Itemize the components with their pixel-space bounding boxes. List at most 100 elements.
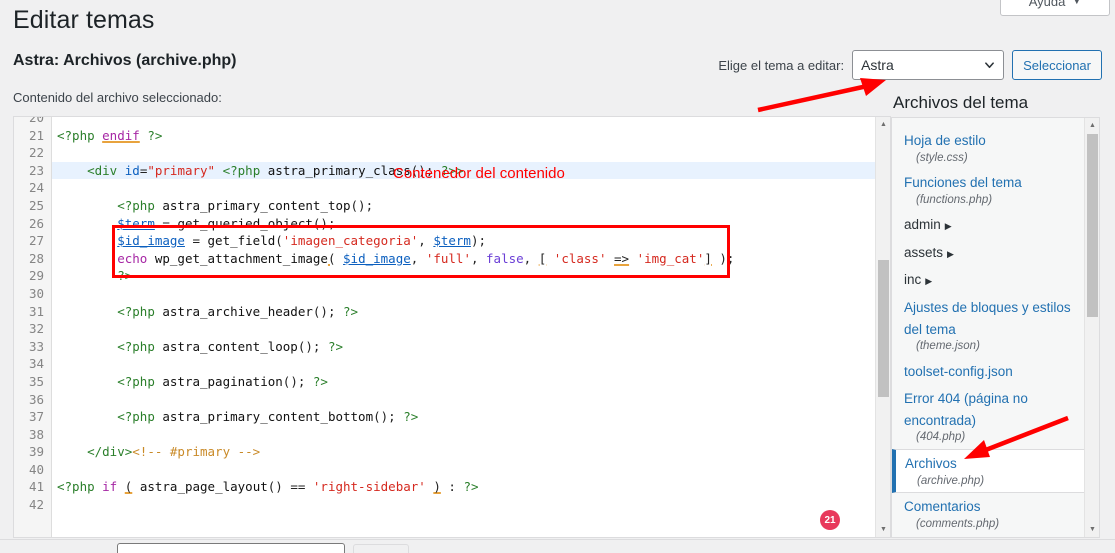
editor-scrollbar[interactable]: ▲ ▼ [875, 117, 890, 537]
editor-scrollbar-thumb[interactable] [878, 260, 889, 397]
code-line[interactable]: <?php astra_pagination(); ?> [52, 373, 875, 391]
line-number: 34 [28, 356, 44, 372]
code-token: <?php [117, 409, 163, 425]
code-token: <div [87, 162, 125, 178]
code-line[interactable]: </div><!-- #primary --> [52, 443, 875, 461]
code-line[interactable] [52, 461, 875, 479]
code-token: <?php [117, 373, 163, 389]
scroll-down-icon[interactable]: ▼ [1085, 522, 1099, 537]
select-theme-button[interactable]: Seleccionar [1012, 50, 1102, 80]
theme-chooser-label: Elige el tema a editar: [718, 57, 845, 73]
theme-file-item[interactable]: toolset-config.json [892, 358, 1086, 386]
theme-file-item[interactable]: admin ▶ [892, 211, 1086, 239]
code-token: ?> [312, 373, 328, 389]
code-line[interactable] [52, 496, 875, 514]
code-token: <?php [222, 162, 268, 178]
code-token: $id_image [343, 250, 411, 266]
expand-folder-icon[interactable]: ▶ [945, 221, 952, 231]
code-token: $term [433, 233, 471, 249]
code-line[interactable]: echo wp_get_attachment_image( $id_image,… [52, 250, 875, 268]
line-number-gutter: 20 21 22 23 24 25 26 27 28 29 30 31 32 33 34 35 36 37 38 39… [14, 117, 52, 537]
code-token: get_field [207, 233, 276, 249]
code-token: ?> [463, 479, 479, 495]
code-line[interactable]: <?php astra_content_loop(); ?> [52, 338, 875, 356]
line-number: 35 [28, 373, 44, 389]
code-line[interactable] [52, 144, 875, 162]
code-line[interactable] [52, 355, 875, 373]
code-line[interactable]: <?php astra_primary_content_top(); [52, 197, 875, 215]
code-line[interactable]: <?php if ( astra_page_layout() == 'right… [52, 478, 875, 496]
code-token: = [184, 233, 208, 249]
code-line[interactable] [52, 320, 875, 338]
line-number: 37 [28, 409, 44, 425]
theme-file-item[interactable]: assets ▶ [892, 239, 1086, 267]
theme-file-path: (style.css) [916, 151, 968, 164]
line-number: 28 [28, 250, 44, 266]
theme-file-item[interactable]: inc ▶ [892, 266, 1086, 294]
help-button[interactable]: Ayuda ▼ [1000, 0, 1110, 16]
theme-file-item[interactable]: Ajustes de bloques y estilos del tema (th… [892, 294, 1086, 358]
scroll-up-icon[interactable]: ▲ [876, 117, 890, 132]
chevron-down-icon [985, 62, 995, 69]
code-line[interactable]: <?php astra_archive_header(); ?> [52, 303, 875, 321]
code-token: (); [297, 338, 328, 354]
code-token: , [523, 250, 539, 266]
theme-select-value: Astra [861, 57, 894, 73]
theme-file-item[interactable]: Comentarios (comments.php) [892, 493, 1086, 535]
line-number: 42 [28, 497, 44, 513]
code-editor[interactable]: 20 21 22 23 24 25 26 27 28 29 30 31 32 33 34 35 36 37 38 39… [13, 116, 891, 538]
line-number: 30 [28, 285, 44, 301]
expand-folder-icon[interactable]: ▶ [947, 249, 954, 259]
scroll-down-icon[interactable]: ▼ [876, 522, 890, 537]
code-token: ( [275, 233, 283, 249]
code-line[interactable]: ?> [52, 267, 875, 285]
code-line[interactable] [52, 426, 875, 444]
code-token: 'img_cat' [636, 250, 705, 266]
bottom-text-input[interactable] [117, 543, 345, 553]
theme-files-list: Hoja de estilo (style.css) Funciones del t… [892, 118, 1086, 535]
code-token: ?> [139, 127, 163, 143]
code-line[interactable] [52, 285, 875, 303]
line-number: 41 [28, 479, 44, 495]
code-token: () == [267, 479, 313, 495]
theme-file-item[interactable]: Funciones del tema (functions.php) [892, 169, 1086, 211]
expand-folder-icon[interactable]: ▶ [925, 276, 932, 286]
sidebar-scrollbar[interactable]: ▲ ▼ [1084, 118, 1099, 537]
code-token: $id_image [117, 233, 185, 249]
code-line[interactable]: $id_image = get_field('imagen_categoria'… [52, 232, 875, 250]
theme-file-item-selected[interactable]: Archivos (archive.php) [892, 449, 1086, 494]
theme-file-name: Hoja de estilo [904, 133, 986, 148]
line-number: 36 [28, 391, 44, 407]
code-token: false [486, 250, 524, 266]
code-line[interactable] [52, 179, 875, 197]
code-line[interactable]: <?php astra_primary_content_bottom(); ?> [52, 408, 875, 426]
code-line[interactable] [52, 117, 875, 127]
bottom-button[interactable] [353, 544, 409, 553]
code-token: 'class' [553, 250, 607, 266]
theme-file-item[interactable]: Hoja de estilo (style.css) [892, 127, 1086, 169]
theme-file-name: assets [904, 244, 944, 260]
sidebar-scrollbar-thumb[interactable] [1087, 134, 1098, 317]
scroll-up-icon[interactable]: ▲ [1085, 118, 1099, 133]
line-number: 26 [28, 215, 44, 231]
code-token: (); [282, 373, 313, 389]
code-token: , [470, 250, 487, 266]
theme-file-item[interactable]: Error 404 (página no encontrada) (404.php… [892, 385, 1086, 449]
theme-file-path: (comments.php) [916, 517, 1000, 530]
theme-select[interactable]: Astra [852, 50, 1005, 80]
code-token: ); [711, 250, 735, 266]
theme-file-name: Archivos [905, 456, 957, 471]
code-token: astra_pagination [162, 373, 283, 389]
code-token: $term [117, 215, 155, 231]
code-line[interactable]: $term = get_queried_object(); [52, 215, 875, 233]
error-count-badge[interactable]: 21 [820, 510, 840, 530]
code-line[interactable] [52, 391, 875, 409]
code-line[interactable]: <?php endif ?> [52, 127, 875, 145]
